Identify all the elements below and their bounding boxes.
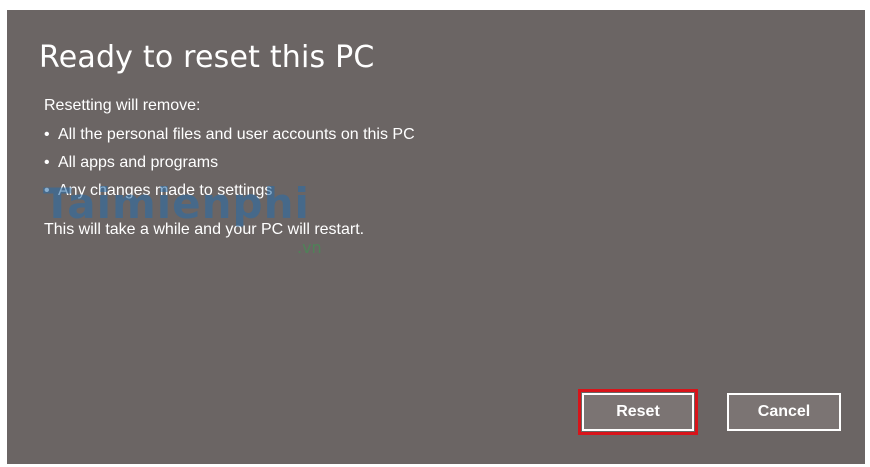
watermark-domain: .vn (297, 238, 322, 257)
dialog-title: Ready to reset this PC (39, 40, 375, 75)
restart-notice: This will take a while and your PC will … (44, 221, 365, 238)
list-item: • All the personal files and user account… (44, 126, 415, 154)
intro-text: Resetting will remove: (44, 97, 201, 114)
list-item: • Any changes made to settings (44, 182, 415, 210)
bullet-icon: • (44, 182, 50, 199)
list-item: • All apps and programs (44, 154, 415, 182)
cancel-button[interactable]: Cancel (727, 393, 841, 431)
list-item-label: Any changes made to settings (58, 182, 273, 199)
removal-list: • All the personal files and user account… (44, 126, 415, 210)
list-item-label: All apps and programs (58, 154, 219, 171)
bullet-icon: • (44, 126, 50, 143)
reset-button[interactable]: Reset (582, 393, 694, 431)
list-item-label: All the personal files and user accounts… (58, 126, 415, 143)
bullet-icon: • (44, 154, 50, 171)
